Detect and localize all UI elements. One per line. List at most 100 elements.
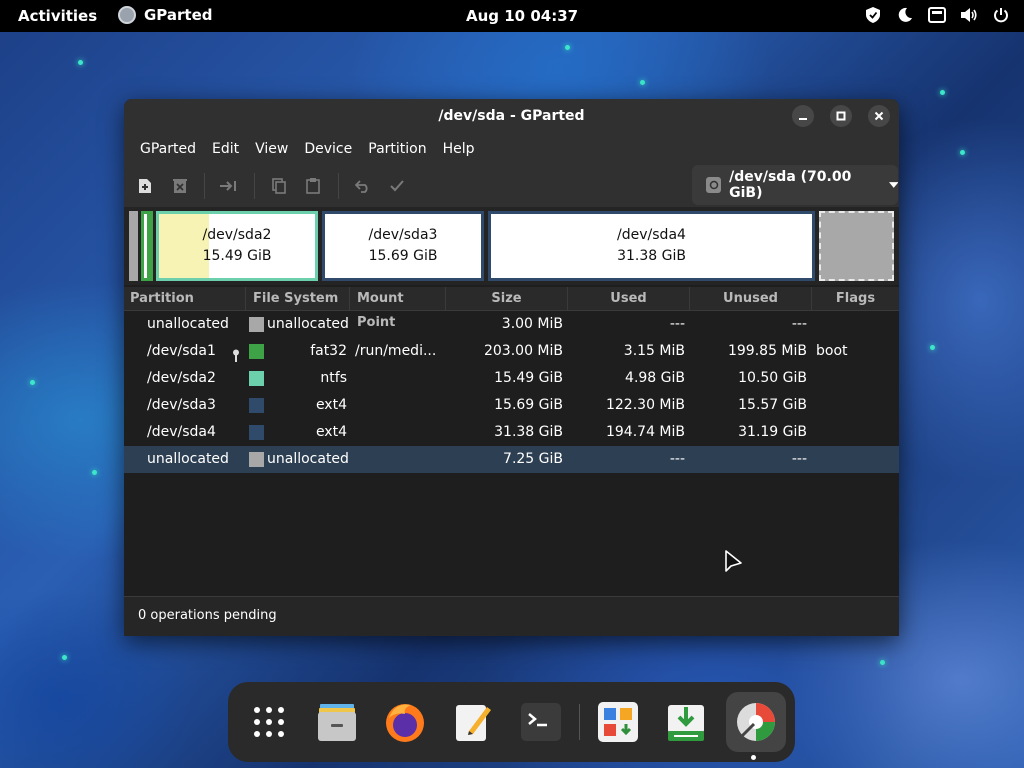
- graph-sda2-fill: /dev/sda2 15.49 GiB: [159, 214, 315, 278]
- wallpaper-sparkle: [30, 380, 35, 385]
- graph-sda2-size: 15.49 GiB: [202, 248, 272, 264]
- app-grid-icon[interactable]: [245, 698, 293, 746]
- filesystem-color-swatch: [249, 425, 264, 440]
- graph-unallocated-small[interactable]: [129, 211, 138, 281]
- col-flags[interactable]: Flags: [812, 287, 899, 311]
- unused-value: 15.57 GiB: [738, 397, 807, 413]
- menu-edit[interactable]: Edit: [204, 133, 247, 165]
- night-light-icon[interactable]: [896, 6, 914, 24]
- partition-name: /dev/sda1: [147, 343, 216, 359]
- gparted-icon[interactable]: [726, 692, 786, 752]
- table-row[interactable]: unallocated unallocated 7.25 GiB --- ---: [124, 446, 899, 473]
- toolbar-separator: [204, 173, 205, 199]
- table-row[interactable]: /dev/sda1 fat32/run/medi... 203.00 MiB 3.15…: [124, 338, 899, 365]
- clock[interactable]: Aug 10 04:37: [466, 7, 578, 25]
- col-used[interactable]: Used: [568, 287, 690, 311]
- gparted-app-icon: [118, 6, 136, 24]
- partition-name: unallocated: [147, 451, 229, 467]
- device-selector[interactable]: /dev/sda (70.00 GiB): [692, 165, 898, 205]
- power-icon[interactable]: [992, 6, 1010, 24]
- table-row[interactable]: /dev/sda2 ntfs 15.49 GiB 4.98 GiB 10.50 GiB: [124, 365, 899, 392]
- menu-view[interactable]: View: [247, 133, 296, 165]
- unused-value: ---: [791, 451, 807, 467]
- chevron-down-icon: [888, 182, 898, 188]
- dock: [228, 682, 795, 762]
- graph-sda3-fill: /dev/sda3 15.69 GiB: [325, 214, 481, 278]
- resize-move-icon[interactable]: [218, 175, 240, 197]
- window-title: /dev/sda - GParted: [438, 108, 585, 124]
- wallpaper-sparkle: [880, 660, 885, 665]
- firefox-icon[interactable]: [381, 698, 429, 746]
- graph-sda4[interactable]: /dev/sda4 31.38 GiB: [488, 211, 815, 281]
- menu-partition[interactable]: Partition: [360, 133, 434, 165]
- used-value: ---: [669, 451, 685, 467]
- text-editor-icon[interactable]: [449, 698, 497, 746]
- graph-unallocated-end[interactable]: [819, 211, 894, 281]
- used-value: 4.98 GiB: [625, 370, 685, 386]
- wallpaper-sparkle: [960, 150, 965, 155]
- table-row[interactable]: /dev/sda4 ext4 31.38 GiB 194.74 MiB 31.19 Gi…: [124, 419, 899, 446]
- activities-button[interactable]: Activities: [18, 7, 97, 25]
- software-icon[interactable]: [594, 698, 642, 746]
- maximize-button[interactable]: [830, 105, 852, 127]
- gparted-window: /dev/sda - GParted GParted Edit View Dev…: [124, 99, 899, 636]
- partition-name: /dev/sda4: [147, 424, 216, 440]
- wallpaper-sparkle: [78, 60, 83, 65]
- system-tray[interactable]: [864, 6, 1010, 24]
- menu-help[interactable]: Help: [435, 133, 483, 165]
- operations-pending-label: 0 operations pending: [138, 608, 277, 623]
- table-row[interactable]: /dev/sda3 ext4 15.69 GiB 122.30 MiB 15.57 Gi…: [124, 392, 899, 419]
- mouse-pointer-icon: [725, 550, 742, 572]
- apply-icon[interactable]: [386, 175, 408, 197]
- menu-gparted[interactable]: GParted: [132, 133, 204, 165]
- top-bar: Activities GParted Aug 10 04:37: [0, 0, 1024, 32]
- close-button[interactable]: [868, 105, 890, 127]
- filesystem-type: ext4: [315, 397, 347, 413]
- size-value: 15.49 GiB: [494, 370, 563, 386]
- app-menu-label: GParted: [144, 6, 213, 24]
- col-mountpoint[interactable]: Mount Point: [350, 287, 446, 330]
- volume-icon[interactable]: [960, 6, 978, 24]
- wallpaper-sparkle: [640, 80, 645, 85]
- graph-sda2[interactable]: /dev/sda2 15.49 GiB: [156, 211, 318, 281]
- graph-sda3[interactable]: /dev/sda3 15.69 GiB: [322, 211, 484, 281]
- shield-icon[interactable]: [864, 6, 882, 24]
- col-size[interactable]: Size: [446, 287, 568, 311]
- col-unused[interactable]: Unused: [690, 287, 812, 311]
- network-icon[interactable]: [928, 6, 946, 24]
- partition-name: unallocated: [147, 316, 229, 332]
- new-partition-icon[interactable]: [134, 175, 156, 197]
- unused-value: ---: [791, 316, 807, 332]
- files-icon[interactable]: [313, 698, 361, 746]
- graph-sda2-name: /dev/sda2: [202, 227, 272, 243]
- size-value: 7.25 GiB: [503, 451, 563, 467]
- used-value: 122.30 MiB: [605, 397, 685, 413]
- minimize-button[interactable]: [792, 105, 814, 127]
- table-row[interactable]: unallocated unallocated 3.00 MiB --- ---: [124, 311, 899, 338]
- col-partition[interactable]: Partition: [124, 287, 246, 311]
- col-filesystem[interactable]: File System: [246, 287, 350, 311]
- size-value: 203.00 MiB: [483, 343, 563, 359]
- partition-table-header: Partition File System Mount Point Size U…: [124, 287, 899, 330]
- wallpaper-sparkle: [565, 45, 570, 50]
- wallpaper-sparkle: [92, 470, 97, 475]
- installer-icon[interactable]: [662, 698, 710, 746]
- terminal-icon[interactable]: [517, 698, 565, 746]
- graph-sda1[interactable]: [141, 211, 153, 281]
- running-indicator: [751, 755, 756, 760]
- title-bar[interactable]: /dev/sda - GParted: [124, 99, 899, 133]
- copy-icon[interactable]: [268, 175, 290, 197]
- unused-value: 31.19 GiB: [738, 424, 807, 440]
- delete-partition-icon[interactable]: [169, 175, 191, 197]
- app-menu[interactable]: GParted: [118, 6, 213, 24]
- wallpaper-sparkle: [930, 345, 935, 350]
- filesystem-type: unallocated: [267, 316, 349, 332]
- paste-icon[interactable]: [302, 175, 324, 197]
- undo-icon[interactable]: [352, 175, 374, 197]
- disk-icon: [706, 177, 722, 193]
- menu-device[interactable]: Device: [296, 133, 360, 165]
- filesystem-type: ntfs: [320, 370, 347, 386]
- flags-value: boot: [816, 343, 848, 359]
- filesystem-color-swatch: [249, 317, 264, 332]
- wallpaper-sparkle: [62, 655, 67, 660]
